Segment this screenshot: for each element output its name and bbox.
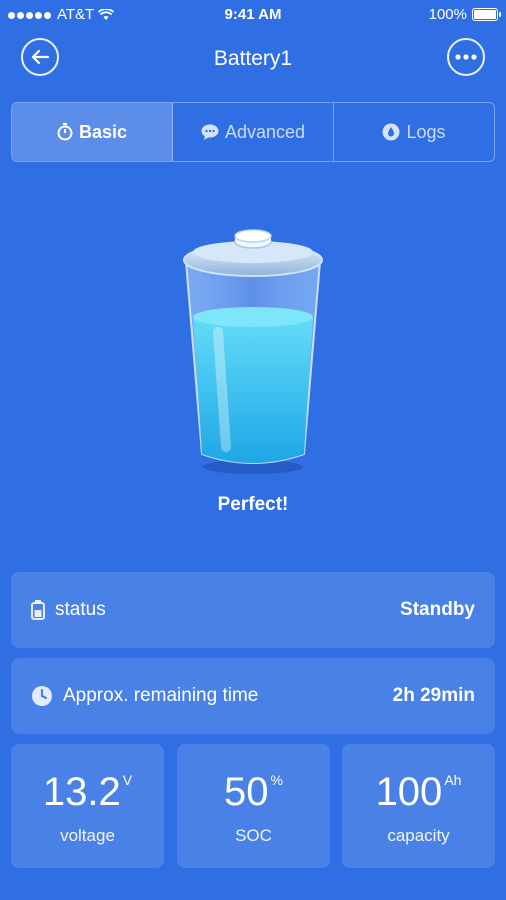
soc-value: 50 [224,770,269,814]
tab-advanced[interactable]: Advanced [173,103,334,161]
soc-caption: SOC [235,826,272,845]
status-label: status [55,599,106,620]
voltage-caption: voltage [60,826,115,845]
capacity-card: 100 Ah capacity [342,744,495,868]
page-title: Battery1 [213,47,293,70]
stopwatch-icon [57,123,73,141]
more-dots-icon [455,54,477,60]
nav-header: Battery1 [0,38,506,80]
tab-label: Logs [406,121,446,142]
water-drop-icon [382,123,400,141]
more-button[interactable] [447,38,485,76]
tab-basic[interactable]: Basic [12,103,173,161]
tab-logs[interactable]: Logs [334,103,494,161]
voltage-card: 13.2 V voltage [11,744,164,868]
capacity-unit: Ah [444,772,462,788]
battery-level-illustration [183,229,323,474]
soc-card: 50% SOC [177,744,330,868]
chat-bubble-icon [201,124,219,140]
voltage-unit: V [122,772,133,788]
voltage-value: 13.2 [42,770,121,814]
battery-percent: 100% [428,6,467,23]
status-row: status Standby [11,572,495,648]
battery-status-message: Perfect! [217,494,289,515]
remaining-time-row: Approx. remaining time 2h 29min [11,658,495,734]
status-bar: AT&T 9:41 AM 100% [0,0,506,30]
soc-unit: % [270,772,283,788]
clock-icon [32,686,52,706]
remaining-label: Approx. remaining time [63,685,259,706]
tab-bar: Basic Advanced Logs [11,102,495,162]
battery-icon [31,600,45,620]
tab-label: Basic [78,121,128,142]
status-value: Standby [400,599,475,620]
battery-icon [472,8,501,21]
remaining-value: 2h 29min [392,685,475,706]
tab-label: Advanced [224,121,306,142]
battery-status: 100% [428,6,501,23]
capacity-value: 100 [375,770,443,814]
capacity-caption: capacity [387,826,450,845]
